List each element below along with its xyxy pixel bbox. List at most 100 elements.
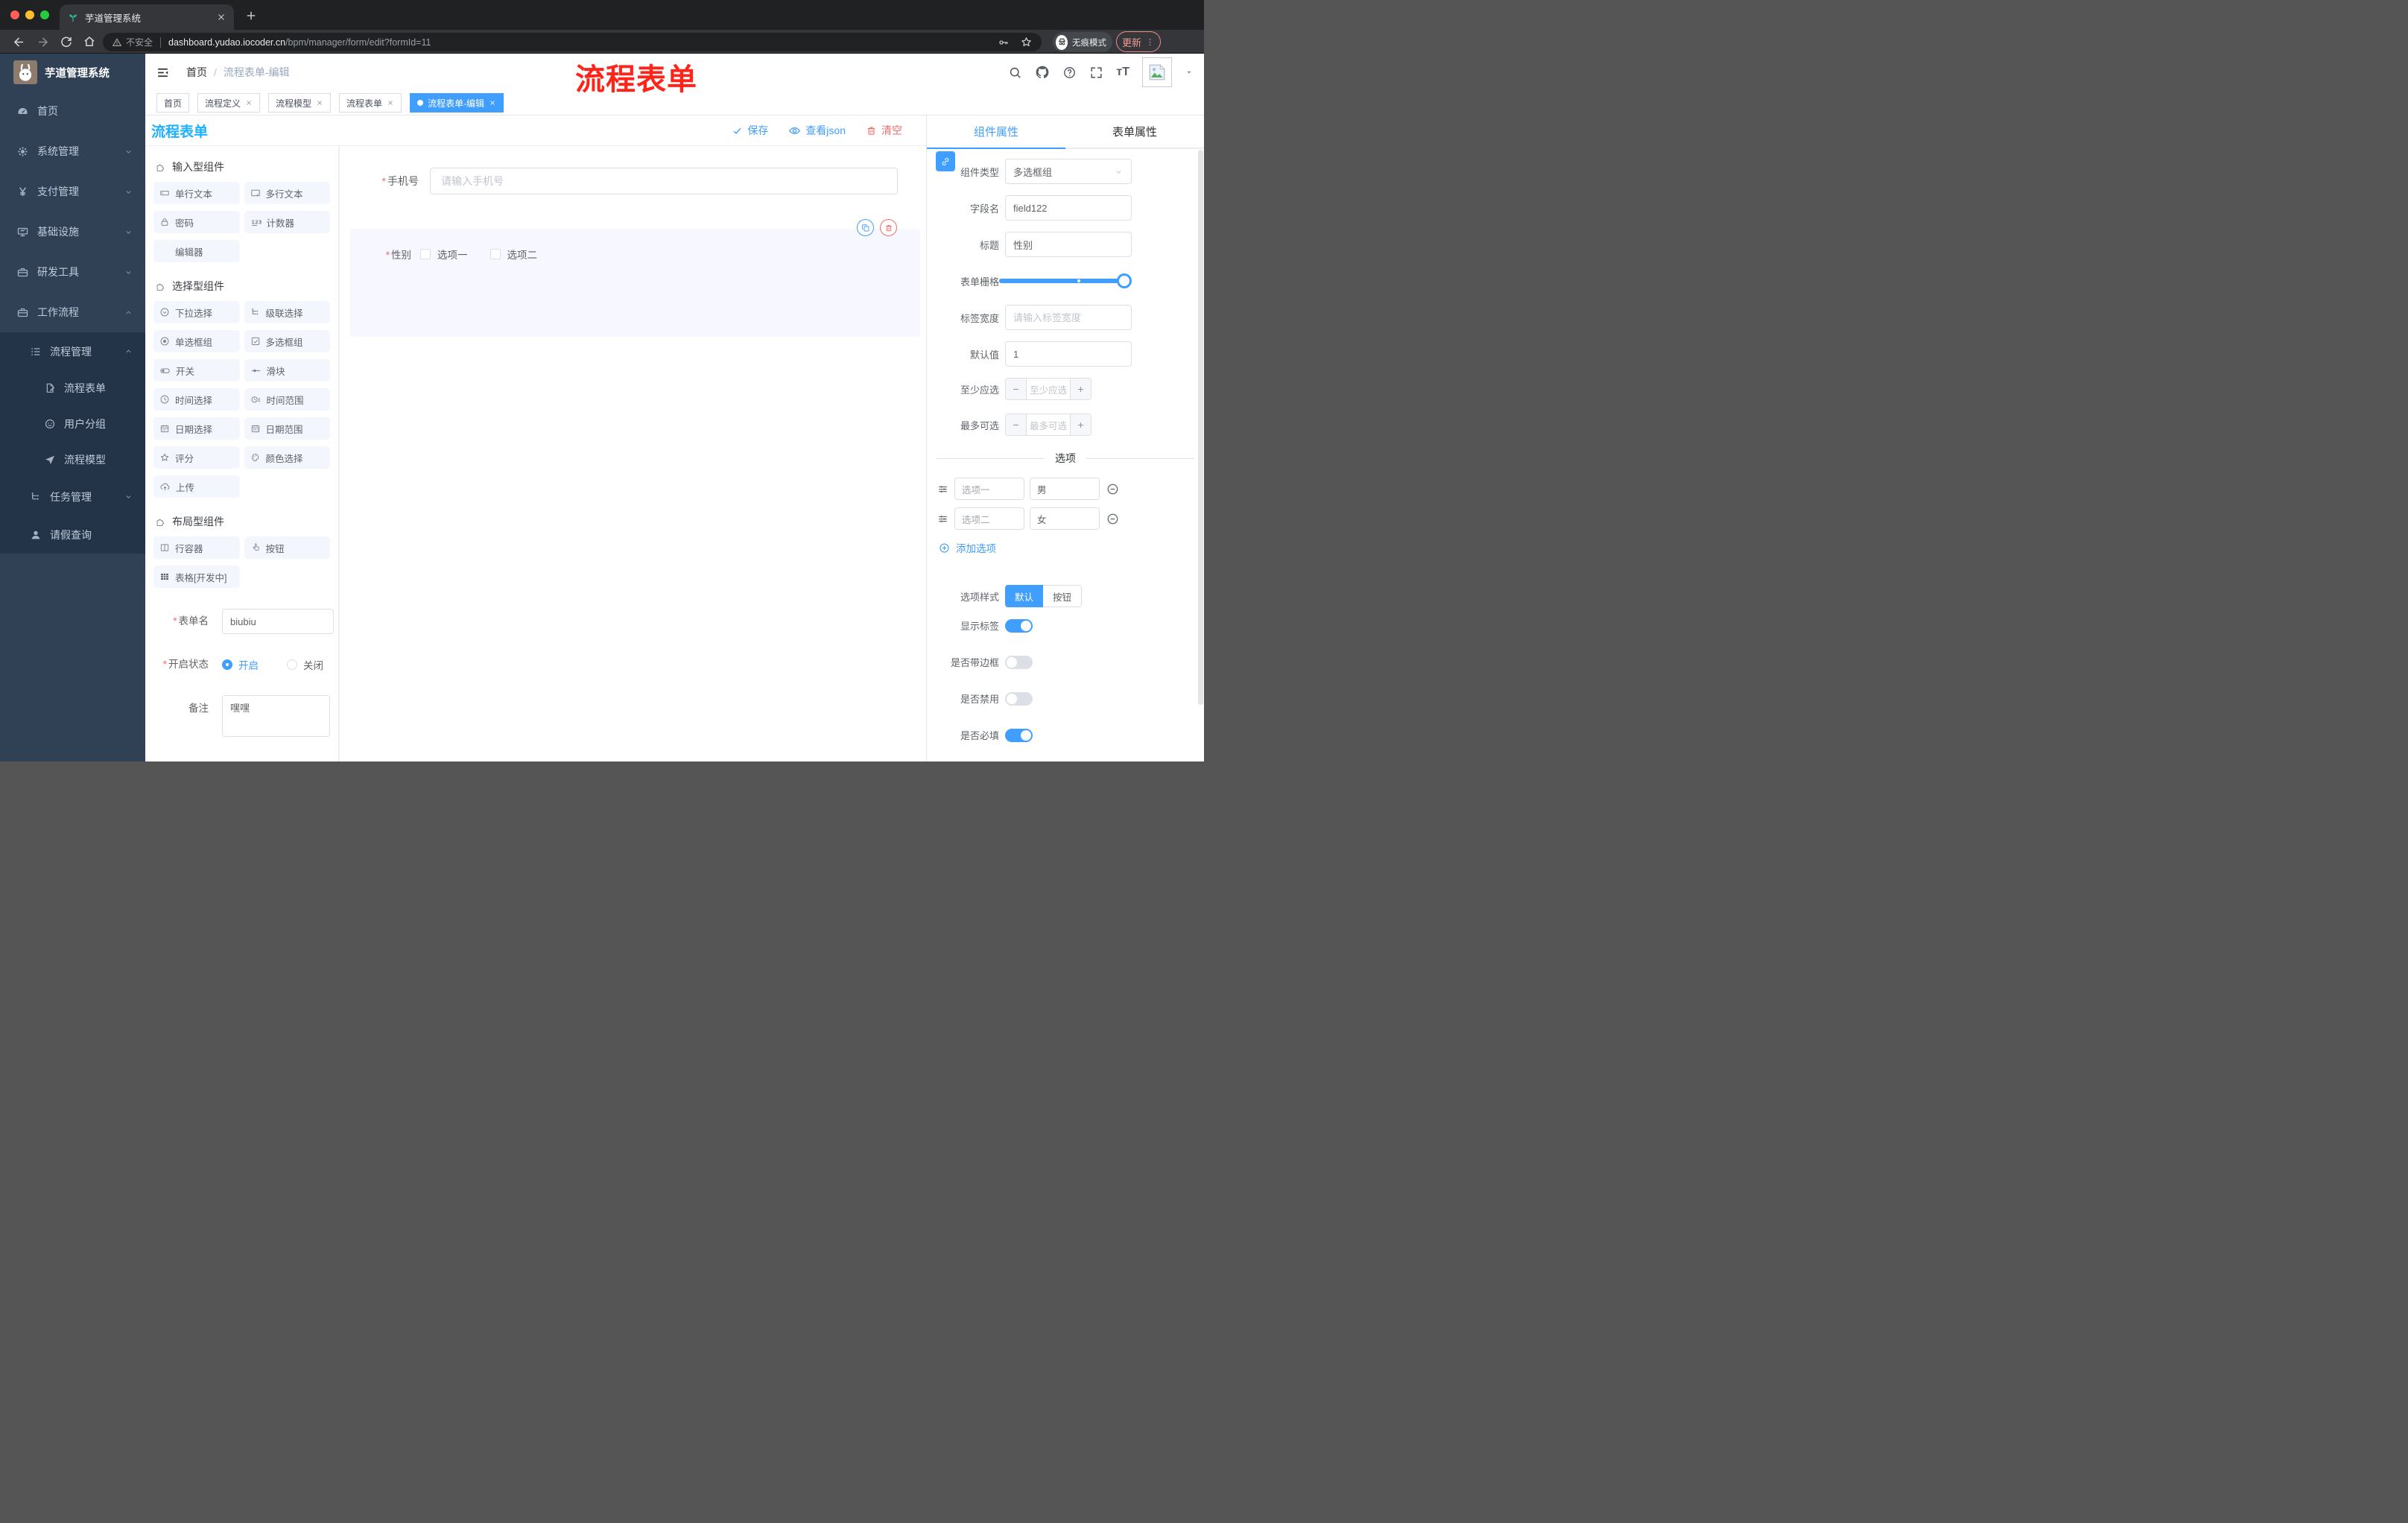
link-tag[interactable]	[936, 151, 955, 171]
bookmark-star-icon[interactable]	[1020, 36, 1033, 48]
component-table[interactable]: 表格[开发中]	[153, 566, 240, 588]
component-upload[interactable]: 上传	[153, 475, 240, 498]
window-minimize-button[interactable]	[25, 10, 34, 19]
component-switch[interactable]: 开关	[153, 359, 240, 381]
sidebar-item-workflow[interactable]: 工作流程	[0, 292, 145, 332]
component-select[interactable]: 下拉选择	[153, 301, 240, 323]
scrollbar-thumb[interactable]	[1198, 150, 1203, 705]
component-date-picker[interactable]: 日期选择	[153, 417, 240, 440]
browser-menu-dots-icon[interactable]	[1145, 37, 1155, 47]
delete-component-button[interactable]	[880, 219, 897, 236]
stepper-minus-button[interactable]: −	[1006, 379, 1027, 399]
font-size-icon[interactable]: тT	[1116, 66, 1129, 79]
sidebar-item-task-mgmt[interactable]: 任务管理	[0, 478, 145, 516]
sidebar-collapse-icon[interactable]	[156, 66, 170, 80]
reload-icon[interactable]	[60, 35, 73, 48]
disabled-toggle[interactable]	[1005, 691, 1033, 706]
sidebar-item-process-form[interactable]: 流程表单	[0, 370, 145, 406]
forward-icon[interactable]	[36, 35, 50, 49]
tag-process-def[interactable]: 流程定义	[197, 93, 261, 113]
tag-close-icon[interactable]	[245, 99, 253, 107]
min-select-value[interactable]: 至少应选	[1027, 379, 1070, 399]
sidebar-item-process-mgmt[interactable]: 流程管理	[0, 332, 145, 370]
sidebar-item-infra[interactable]: 基础设施	[0, 212, 145, 252]
drag-handle-icon[interactable]	[937, 513, 948, 525]
form-canvas[interactable]: *手机号 *性别 选项一 选项二	[340, 146, 926, 762]
remove-option-icon[interactable]	[1106, 513, 1119, 525]
option2-value-input[interactable]	[1030, 507, 1100, 530]
phone-input[interactable]	[430, 168, 898, 194]
component-color-picker[interactable]: 颜色选择	[244, 446, 330, 469]
tab-component-props[interactable]: 组件属性	[927, 115, 1065, 149]
window-maximize-button[interactable]	[40, 10, 49, 19]
status-on-label[interactable]: 开启	[238, 657, 259, 672]
sidebar-logo[interactable]: 芋道管理系统	[0, 54, 145, 91]
stepper-plus-button[interactable]: +	[1070, 414, 1091, 435]
option1-value-input[interactable]	[1030, 478, 1100, 500]
show-label-toggle[interactable]	[1005, 618, 1033, 633]
github-icon[interactable]	[1035, 65, 1050, 80]
with-border-toggle[interactable]	[1005, 655, 1033, 669]
canvas-field-phone[interactable]: * 手机号	[376, 168, 898, 194]
required-toggle[interactable]	[1005, 728, 1033, 742]
gender-option2-label[interactable]: 选项二	[507, 247, 538, 262]
chrome-update-button[interactable]: 更新	[1116, 31, 1161, 52]
component-time-range[interactable]: 时间范围	[244, 388, 330, 411]
component-password[interactable]: 密码	[153, 211, 240, 233]
sidebar-item-home[interactable]: 首页	[0, 91, 145, 131]
component-single-text[interactable]: 单行文本	[153, 182, 240, 204]
form-grid-slider[interactable]	[999, 273, 1132, 288]
component-slider[interactable]: 滑块	[244, 359, 330, 381]
copy-component-button[interactable]	[857, 219, 874, 236]
gender-option2-checkbox[interactable]	[489, 249, 501, 259]
component-counter[interactable]: 计数器	[244, 211, 330, 233]
sidebar-item-process-model[interactable]: 流程模型	[0, 442, 145, 478]
avatar[interactable]	[1142, 57, 1172, 87]
component-date-range[interactable]: 日期范围	[244, 417, 330, 440]
home-icon[interactable]	[83, 35, 96, 48]
clear-button[interactable]: 清空	[866, 123, 902, 138]
gender-option1-checkbox[interactable]	[420, 249, 431, 259]
search-icon[interactable]	[1008, 66, 1022, 80]
new-tab-button[interactable]	[244, 9, 258, 22]
save-button[interactable]: 保存	[732, 123, 768, 138]
tag-process-model[interactable]: 流程模型	[268, 93, 332, 113]
fullscreen-icon[interactable]	[1089, 66, 1103, 80]
max-select-value[interactable]: 最多可选	[1027, 414, 1070, 435]
help-icon[interactable]	[1062, 66, 1077, 80]
status-off-label[interactable]: 关闭	[303, 657, 323, 672]
component-rate[interactable]: 评分	[153, 446, 240, 469]
tab-form-props[interactable]: 表单属性	[1065, 115, 1204, 148]
component-cascader[interactable]: 级联选择	[244, 301, 330, 323]
status-off-radio[interactable]	[287, 659, 297, 670]
tag-process-form[interactable]: 流程表单	[339, 93, 402, 113]
component-type-select[interactable]: 多选框组	[1005, 159, 1132, 184]
tag-close-icon[interactable]	[387, 99, 394, 107]
sidebar-item-leave-query[interactable]: 请假查询	[0, 516, 145, 554]
remark-textarea[interactable]: 嘿嘿	[222, 695, 330, 737]
label-width-input[interactable]	[1005, 305, 1132, 330]
component-button[interactable]: 按钮	[244, 536, 330, 559]
sidebar-item-dev[interactable]: 研发工具	[0, 252, 145, 292]
component-time-picker[interactable]: 时间选择	[153, 388, 240, 411]
sidebar-item-user-group[interactable]: 用户分组	[0, 406, 145, 442]
style-button-button[interactable]: 按钮	[1043, 585, 1083, 607]
security-status[interactable]: 不安全	[112, 36, 153, 48]
default-value-input[interactable]	[1005, 341, 1132, 367]
status-on-radio[interactable]	[222, 659, 232, 670]
stepper-plus-button[interactable]: +	[1070, 379, 1091, 399]
view-json-button[interactable]: 查看json	[788, 123, 846, 138]
avatar-caret-icon[interactable]	[1185, 68, 1194, 77]
component-row-container[interactable]: 行容器	[153, 536, 240, 559]
tag-process-form-edit[interactable]: 流程表单-编辑	[410, 93, 504, 113]
field-name-input[interactable]	[1005, 195, 1132, 221]
tag-close-icon[interactable]	[316, 99, 323, 107]
tag-close-icon[interactable]	[489, 99, 496, 107]
form-name-input[interactable]	[222, 609, 334, 634]
drag-handle-icon[interactable]	[937, 484, 948, 495]
option1-label-input[interactable]	[954, 478, 1024, 500]
component-checkbox-group[interactable]: 多选框组	[244, 330, 330, 352]
remove-option-icon[interactable]	[1106, 483, 1119, 495]
add-option-button[interactable]: 添加选项	[939, 540, 1204, 555]
slider-handle[interactable]	[1117, 273, 1132, 288]
